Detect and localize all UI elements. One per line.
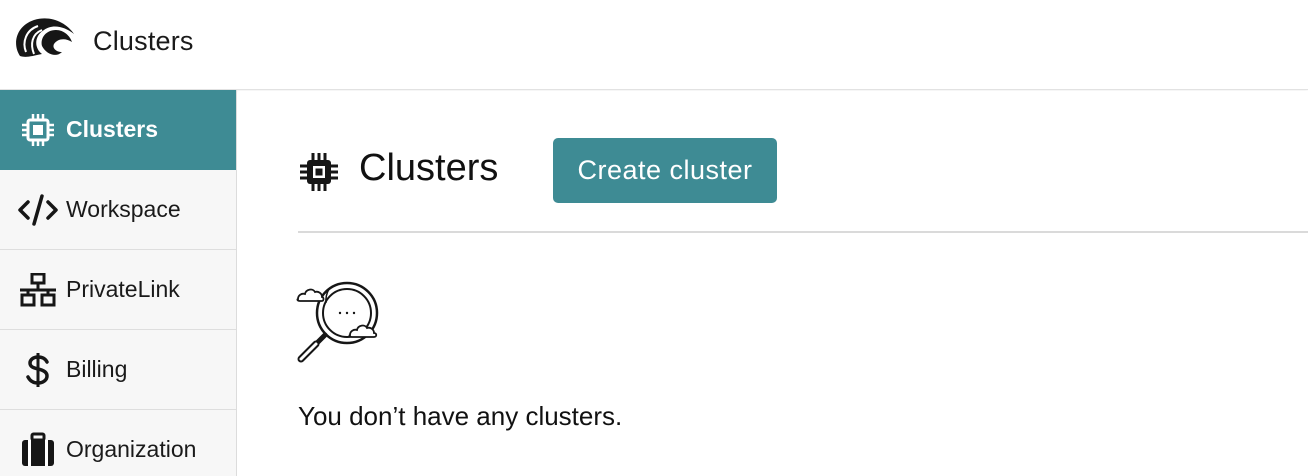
sidebar-item-label: Billing	[66, 356, 128, 382]
main-content: Clusters Create cluster You don’t have a…	[238, 91, 1308, 476]
network-icon	[18, 270, 58, 310]
sidebar: Clusters Workspace PrivateLink Billing O…	[0, 90, 237, 476]
code-icon	[18, 190, 58, 230]
sidebar-item-privatelink[interactable]: PrivateLink	[0, 250, 236, 330]
sidebar-item-label: Clusters	[66, 116, 159, 142]
sidebar-item-label: Organization	[66, 436, 197, 462]
top-bar: Clusters	[0, 0, 1308, 90]
create-cluster-button[interactable]: Create cluster	[553, 138, 777, 203]
chip-icon	[300, 153, 338, 191]
sidebar-item-organization[interactable]: Organization	[0, 410, 236, 476]
magnifier-clouds-icon	[296, 281, 379, 363]
sidebar-item-label: Workspace	[66, 196, 181, 222]
dollar-icon	[18, 350, 58, 390]
sidebar-item-clusters[interactable]: Clusters	[0, 90, 236, 170]
wave-logo-icon[interactable]	[12, 16, 76, 64]
chip-icon	[18, 110, 58, 150]
empty-state-message: You don’t have any clusters.	[298, 401, 623, 431]
briefcase-icon	[18, 430, 58, 470]
app-title: Clusters	[93, 26, 194, 56]
sidebar-item-label: PrivateLink	[66, 276, 180, 302]
page-title: Clusters	[359, 147, 499, 189]
sidebar-item-workspace[interactable]: Workspace	[0, 170, 236, 250]
sidebar-item-billing[interactable]: Billing	[0, 330, 236, 410]
header-divider	[298, 231, 1308, 233]
